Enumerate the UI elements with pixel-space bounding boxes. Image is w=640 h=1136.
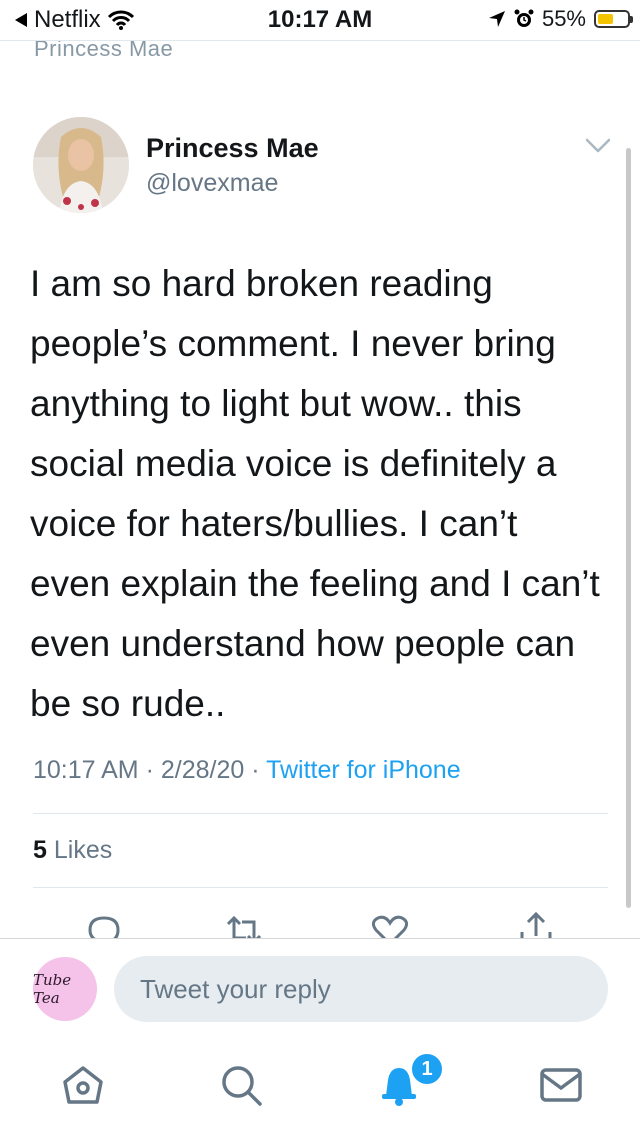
notifications-badge: 1 (410, 1052, 444, 1086)
battery-percent: 55% (541, 6, 586, 31)
avatar-image (33, 117, 129, 213)
tweet-text: I am so hard broken reading people’s com… (30, 263, 600, 724)
author-name[interactable]: Princess Mae (146, 133, 319, 164)
divider (33, 813, 608, 814)
reply-bar-divider (0, 938, 640, 939)
likes-link[interactable]: 5 Likes (33, 836, 112, 865)
meta-separator: · (251, 756, 260, 784)
home-icon[interactable] (60, 1062, 106, 1108)
reply-avatar-text: Tube Tea (33, 971, 72, 1007)
alarm-icon (514, 9, 534, 27)
like-icon[interactable] (368, 910, 412, 938)
location-icon (488, 11, 505, 27)
reply-input[interactable]: Tweet your reply (114, 956, 608, 1022)
scrollbar[interactable] (626, 148, 631, 908)
share-icon[interactable] (514, 910, 558, 938)
author-avatar[interactable] (33, 117, 129, 213)
tweet-actions (0, 900, 640, 938)
battery-icon (594, 10, 633, 28)
meta-separator: · (145, 756, 154, 784)
tweet-date: 2/28/20 (160, 756, 245, 784)
likes-label: Likes (53, 836, 113, 864)
tweet-source-link[interactable]: Twitter for iPhone (266, 756, 461, 784)
tweet-meta: 10:17 AM · 2/28/20 · Twitter for iPhone (33, 756, 461, 785)
battery-level (598, 14, 614, 24)
divider (33, 887, 608, 888)
search-icon[interactable] (218, 1062, 264, 1108)
author-handle[interactable]: @lovexmae (146, 169, 278, 198)
reply-avatar[interactable]: Tube Tea (33, 957, 97, 1021)
messages-icon[interactable] (538, 1062, 584, 1108)
chevron-down-icon[interactable] (585, 138, 611, 154)
tweet-time: 10:17 AM (33, 756, 139, 784)
reply-placeholder: Tweet your reply (140, 973, 331, 1004)
retweet-icon[interactable] (222, 910, 266, 938)
likes-count: 5 (33, 836, 47, 864)
status-bar: Netflix 10:17 AM 55% (0, 0, 640, 40)
reply-icon[interactable] (82, 910, 126, 938)
nav-divider (0, 40, 640, 41)
